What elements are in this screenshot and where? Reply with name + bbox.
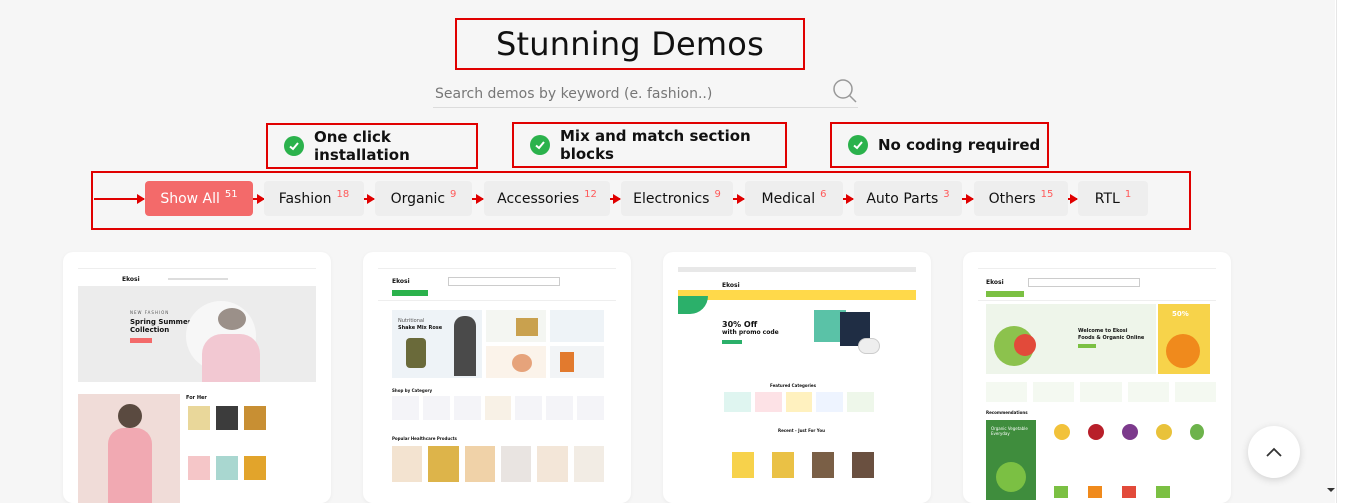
filter-fashion[interactable]: Fashion 18 [264,181,364,216]
filter-electronics[interactable]: Electronics 9 [621,181,733,216]
search-icon[interactable] [832,78,858,104]
chevron-up-icon [1266,447,1282,457]
page-title: Stunning Demos [455,18,805,70]
filter-auto-parts[interactable]: Auto Parts 3 [854,181,962,216]
model-image [78,394,180,503]
hero-banner: Welcome to Ekosi Foods & Organic Online [986,304,1156,374]
scrollbar-divider [1336,0,1337,503]
check-circle-icon [848,135,868,155]
filter-rtl[interactable]: RTL 1 [1078,181,1148,216]
annotation-arrow [364,194,375,204]
scrollbar-track[interactable] [1335,0,1365,503]
demo-logo: Ekosi [986,279,1004,286]
filter-accessories[interactable]: Accessories 12 [484,181,610,216]
annotation-arrow [472,194,484,204]
check-circle-icon [530,135,550,155]
filter-medical[interactable]: Medical 6 [745,181,843,216]
demo-screenshot: Ekosi 30% Off with promo code Featured C… [678,264,916,503]
demo-card-organic[interactable]: Ekosi Welcome to Ekosi Foods & Organic O… [963,252,1231,503]
hero-banner: 30% Off with promo code [678,290,916,376]
check-circle-icon [284,136,304,156]
scroll-down-arrow-icon[interactable] [1325,484,1337,496]
demo-logo: Ekosi [392,278,410,285]
feature-label: No coding required [878,136,1041,154]
feature-no-coding: No coding required [830,122,1049,168]
annotation-arrow [733,194,745,204]
annotation-arrow [253,194,265,204]
feature-mix-match: Mix and match section blocks [512,122,787,168]
feature-label: Mix and match section blocks [560,127,751,163]
scroll-to-top-button[interactable] [1248,426,1300,478]
annotation-arrow [1068,194,1078,204]
demo-screenshot: Ekosi Welcome to Ekosi Foods & Organic O… [978,264,1216,503]
annotation-arrow [843,194,854,204]
hero-banner: NEW FASHION Spring Summer Collection [78,286,316,382]
demo-logo: Ekosi [722,282,740,289]
hero-banner: Nutritional Shake Mix Rose [392,310,482,378]
filter-organic[interactable]: Organic 9 [375,181,472,216]
demo-screenshot: Ekosi Nutritional Shake Mix Rose Shop by… [378,264,616,503]
filter-others[interactable]: Others 15 [974,181,1068,216]
demo-card-accessories[interactable]: Ekosi 30% Off with promo code Featured C… [663,252,931,503]
search-input[interactable] [433,82,817,106]
demo-logo: Ekosi [122,276,140,283]
filter-show-all[interactable]: Show All 51 [145,181,253,216]
search-bar [433,78,858,108]
demo-screenshot: Ekosi NEW FASHION Spring Summer Collecti… [78,264,316,503]
feature-label: One click installation [314,128,410,164]
annotation-arrow [610,194,621,204]
annotation-arrow [94,194,145,204]
demo-card-fashion[interactable]: Ekosi NEW FASHION Spring Summer Collecti… [63,252,331,503]
annotation-arrow [962,194,974,204]
feature-one-click: One click installation [266,123,478,169]
demo-card-medical[interactable]: Ekosi Nutritional Shake Mix Rose Shop by… [363,252,631,503]
